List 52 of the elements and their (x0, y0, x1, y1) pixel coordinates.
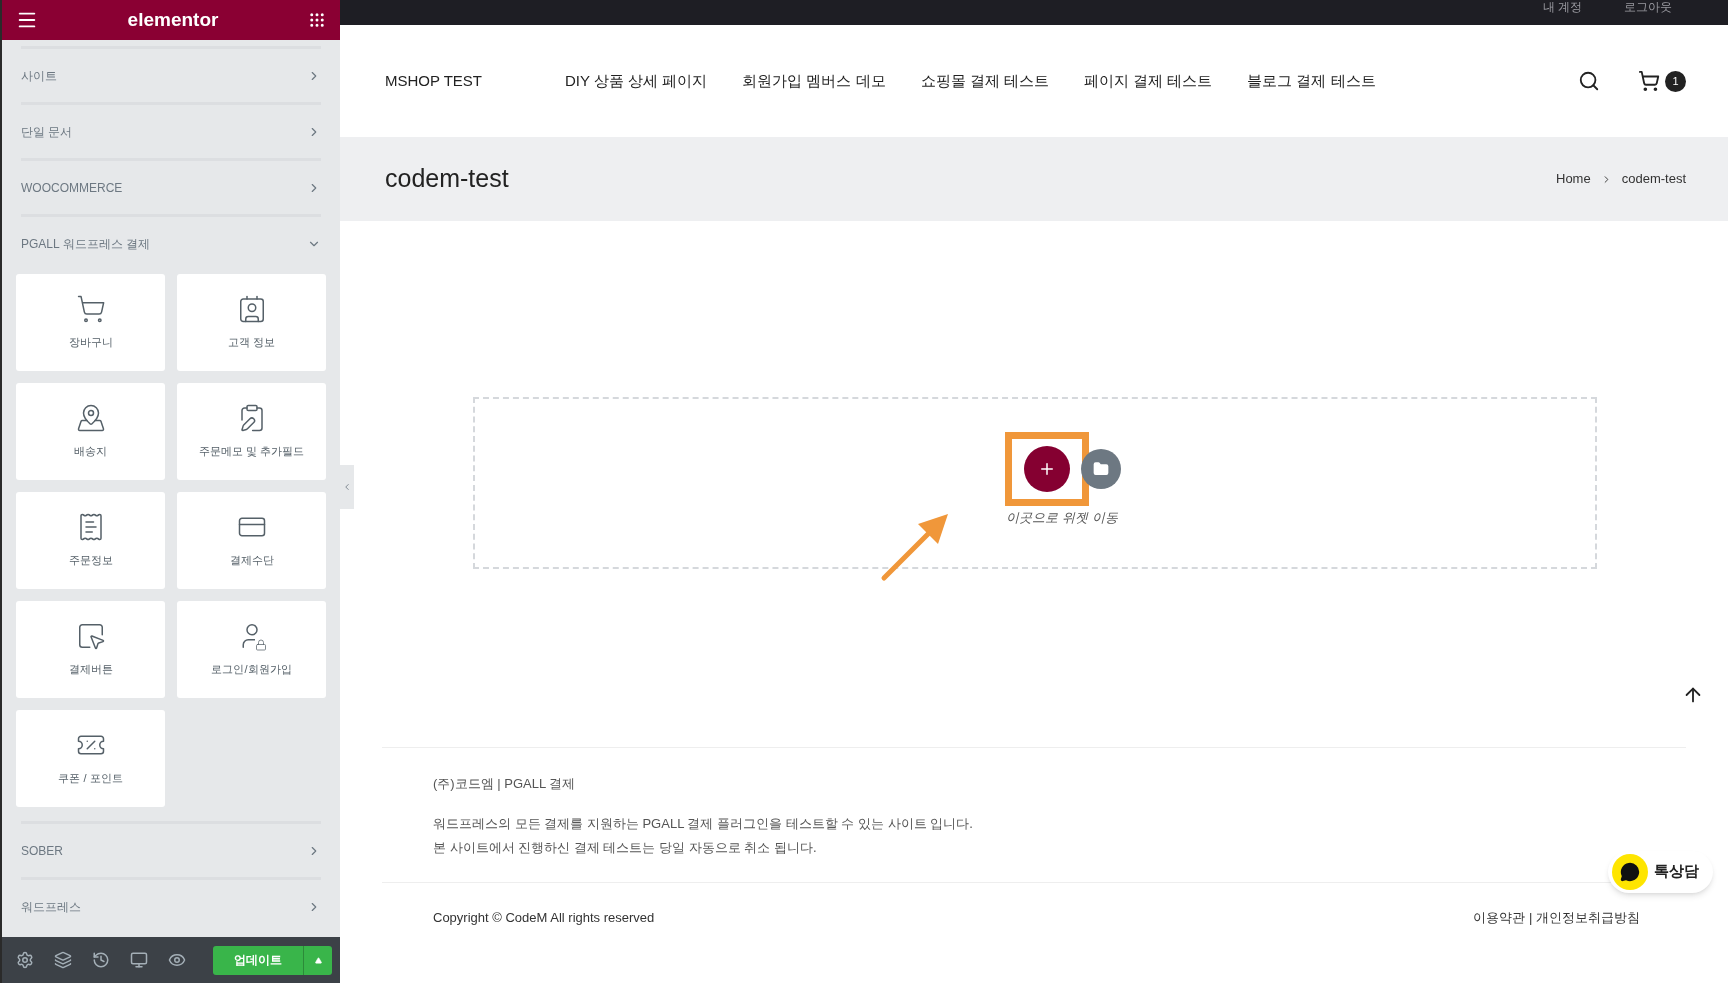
folder-icon (1093, 461, 1109, 477)
cart-icon[interactable] (1638, 70, 1660, 92)
history-icon[interactable] (92, 951, 110, 969)
cart-count-badge: 1 (1665, 70, 1686, 92)
category-header[interactable]: PGALL 워드프레스 결제 (21, 217, 321, 270)
breadcrumb-current: codem-test (1621, 170, 1686, 189)
update-options-button[interactable] (303, 945, 332, 975)
chat-button[interactable]: 톡상담 (1608, 850, 1713, 893)
footer-company: (주)코드엠 | PGALL 결제 (433, 775, 577, 793)
layers-icon[interactable] (54, 951, 72, 969)
apps-grid-icon[interactable] (308, 11, 326, 29)
category-header[interactable]: WOOCOMMERCE (21, 161, 321, 214)
chevron-left-icon (342, 482, 352, 492)
nav-link[interactable]: 쇼핑몰 결제 테스트 (920, 69, 1049, 93)
widget-tile[interactable]: 주문메모 및 추가필드 (177, 383, 326, 480)
category-header[interactable]: 사이트 (21, 49, 321, 102)
cart-icon (75, 294, 106, 325)
widget-tile[interactable]: 주문정보 (16, 492, 165, 589)
settings-icon[interactable] (16, 951, 34, 969)
category-header[interactable]: 워드프레스 (21, 880, 321, 933)
breadcrumb-home-link[interactable]: Home (1556, 169, 1591, 189)
search-icon[interactable] (1578, 70, 1600, 92)
top-link[interactable]: 내 계정 (1542, 0, 1582, 14)
top-link[interactable]: 로그아웃 (1624, 0, 1672, 14)
category-header[interactable]: SOBER (21, 824, 321, 877)
elementor-logo: elementor (127, 7, 219, 32)
nav-link[interactable]: 회원가입 멤버스 데모 (742, 69, 886, 93)
add-section-button[interactable] (1024, 446, 1070, 492)
drop-hint: 이곳으로 위젯 이동 (1006, 509, 1118, 527)
widget-tile[interactable]: 결제버튼 (16, 601, 165, 698)
nav-link[interactable]: DIY 상품 상세 페이지 (565, 69, 708, 93)
footer-links[interactable]: 이용약관 | 개인정보취급방침 (1473, 907, 1640, 927)
chat-bubble-icon (1612, 853, 1648, 890)
site-brand[interactable]: MSHOP TEST (385, 69, 565, 93)
widget-tile[interactable]: 배송지 (16, 383, 165, 480)
caret-up-icon (314, 956, 322, 964)
widget-tile[interactable]: 고객 정보 (177, 274, 326, 371)
widget-tile[interactable]: 장바구니 (16, 274, 165, 371)
monitor-icon[interactable] (130, 951, 148, 969)
category-header[interactable]: 단일 문서 (21, 105, 321, 158)
widget-tile[interactable]: 로그인/회원가입 (177, 601, 326, 698)
widget-tile[interactable]: 결제수단 (177, 492, 326, 589)
add-template-button[interactable] (1081, 449, 1121, 489)
nav-link[interactable]: 페이지 결제 테스트 (1083, 69, 1213, 93)
page-title: codem-test (385, 163, 509, 195)
nav-link[interactable]: 블로그 결제 테스트 (1247, 69, 1376, 93)
map-pin-icon (75, 403, 106, 434)
copyright: Copyright © CodeM All rights reserved (433, 908, 655, 927)
footer-description: 워드프레스의 모든 결제를 지원하는 PGALL 결제 플러그인을 테스트할 수 있는 사이트 입니다. 본 사이트에서 진행하신 결제 테스트는 당일 자동으로 취소 됩니다. (433, 814, 974, 857)
eye-icon[interactable] (168, 951, 186, 969)
plus-icon (1038, 460, 1056, 478)
widget-tile[interactable]: 쿠폰 / 포인트 (16, 710, 165, 807)
